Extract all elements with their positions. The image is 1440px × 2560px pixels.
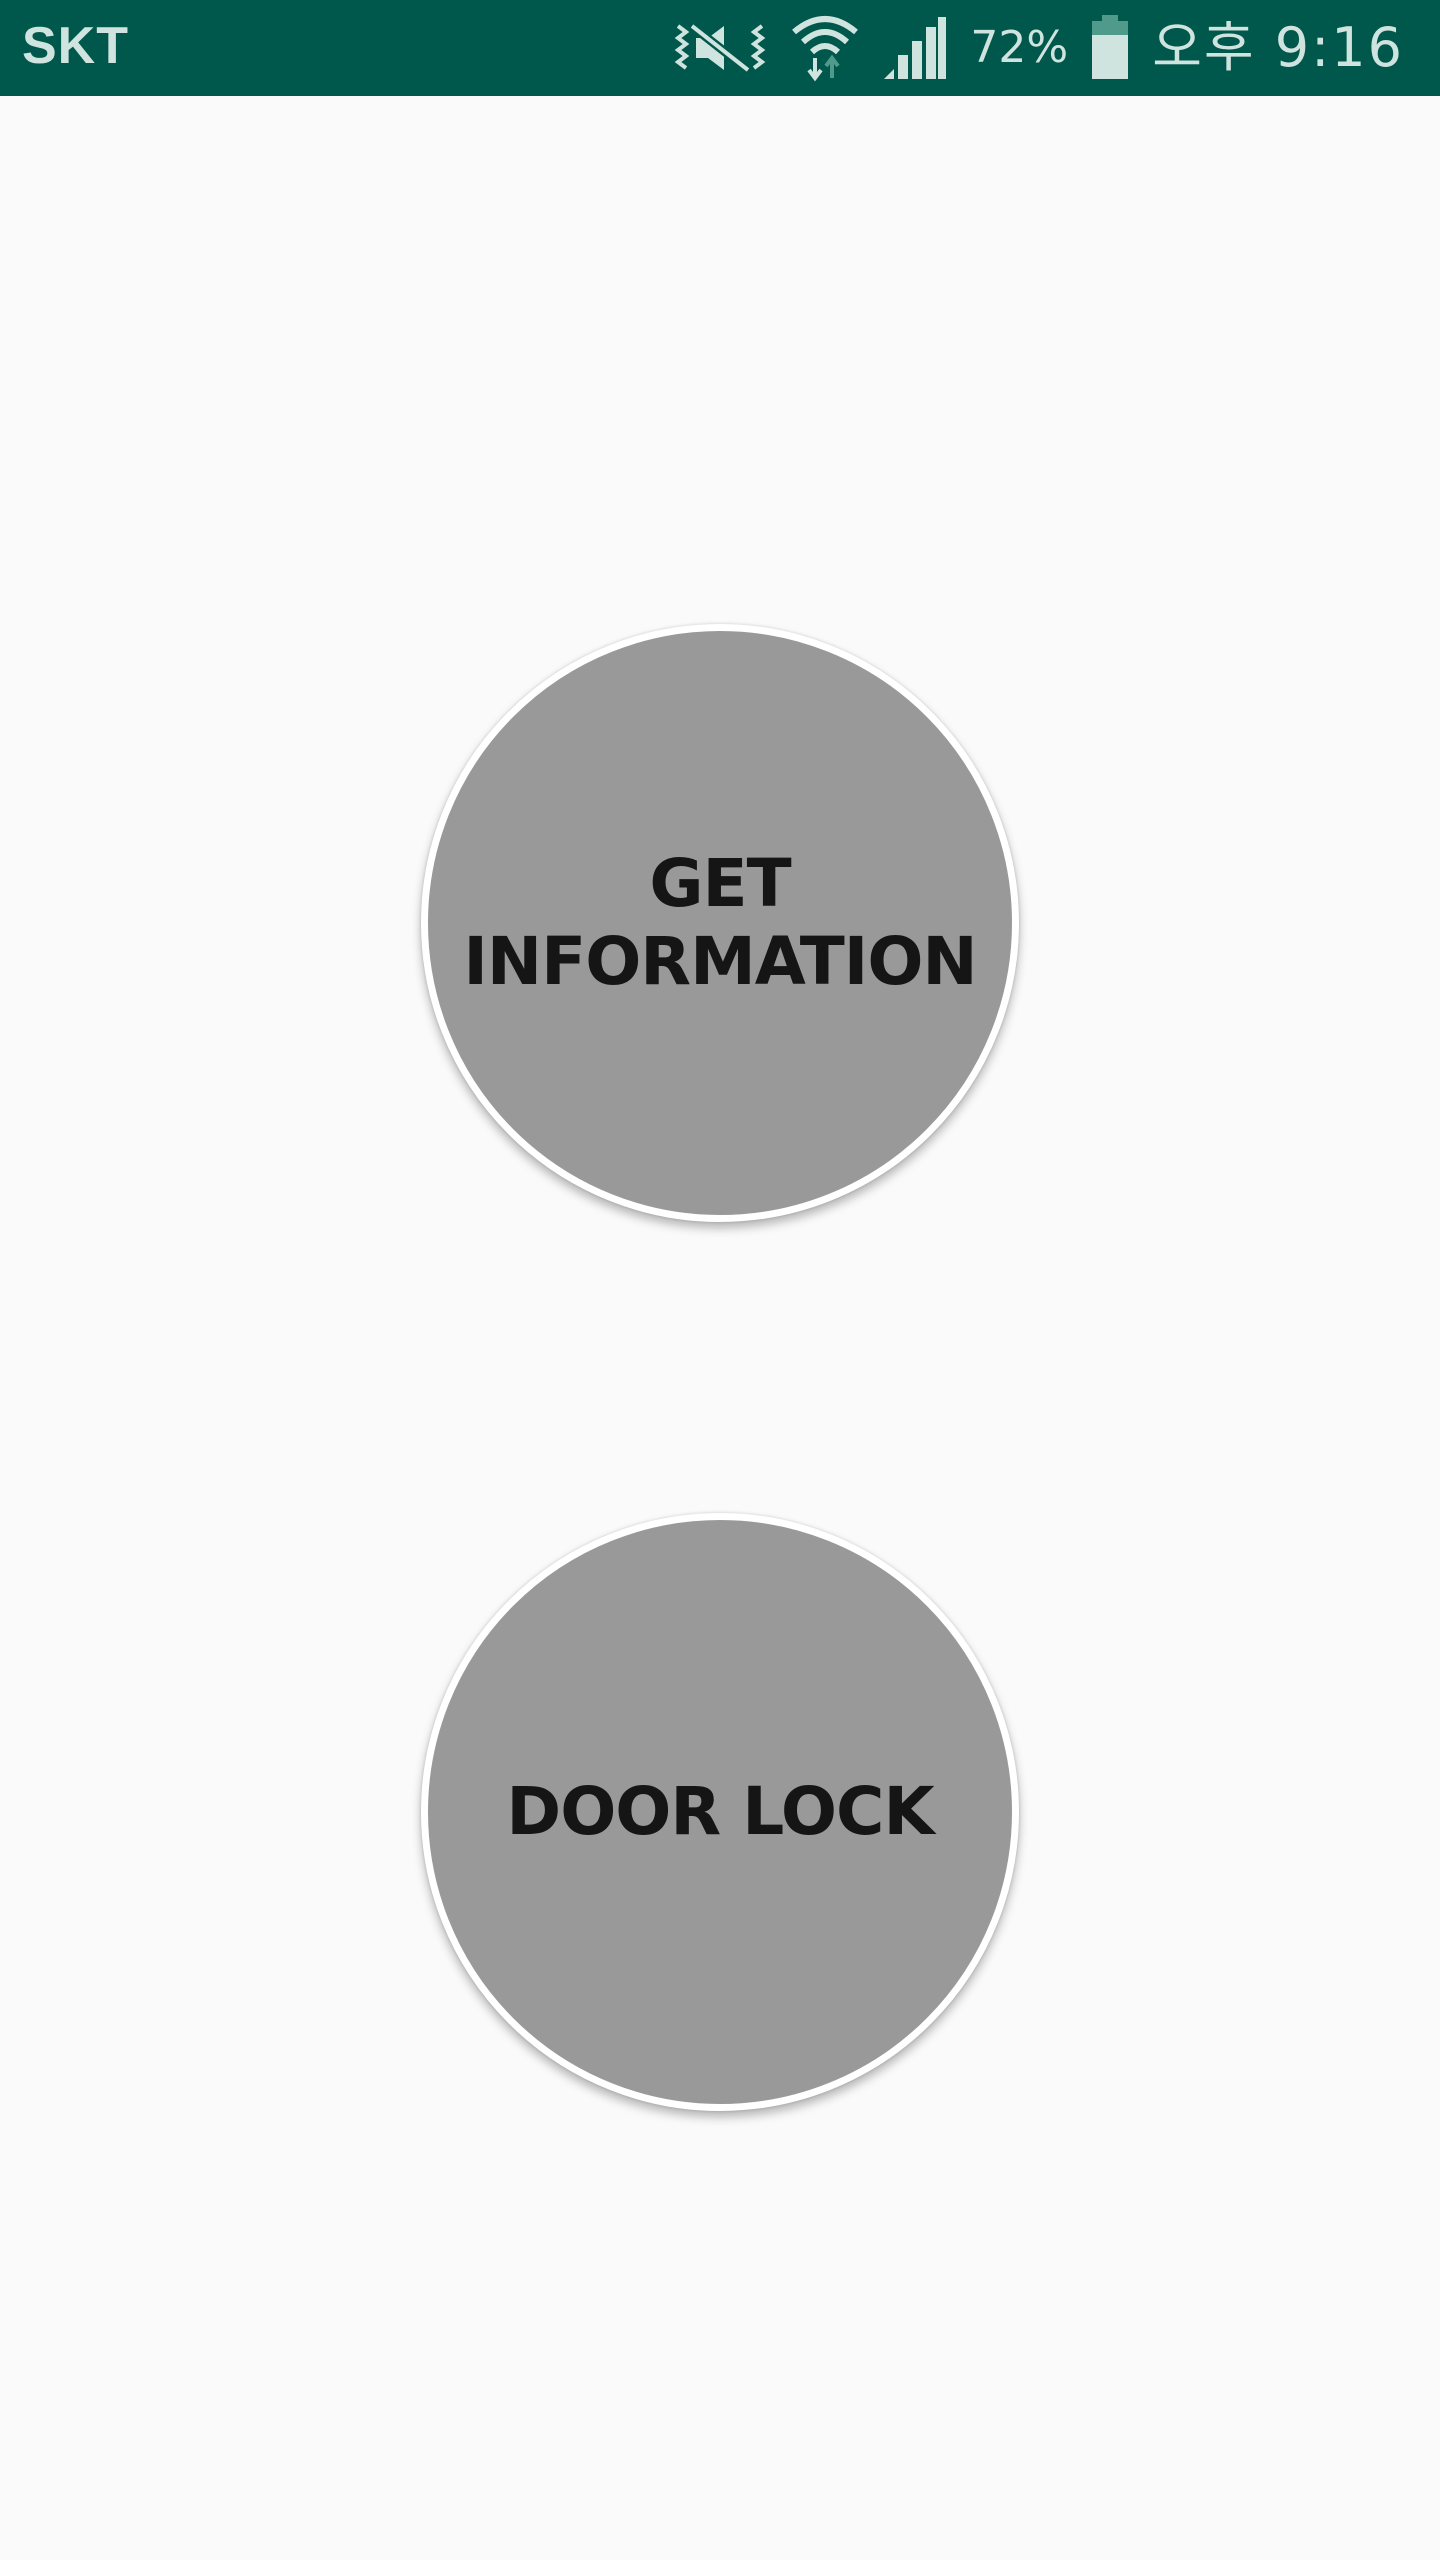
- main-content: GET INFORMATION DOOR LOCK: [0, 96, 1440, 2560]
- vibrate-off-icon: [672, 18, 768, 78]
- wifi-icon: [790, 12, 860, 84]
- status-icons: 72% 오후 9:16: [672, 0, 1404, 96]
- get-information-label: GET INFORMATION: [463, 845, 977, 1001]
- status-bar: SKT 72% 오후 9:16: [0, 0, 1440, 96]
- clock: 오후 9:16: [1152, 16, 1404, 79]
- battery-percent: 72%: [970, 22, 1069, 73]
- get-information-label-line1: GET: [649, 845, 791, 922]
- get-information-label-line2: INFORMATION: [463, 923, 977, 1000]
- door-lock-button[interactable]: DOOR LOCK: [421, 1513, 1019, 2111]
- get-information-button[interactable]: GET INFORMATION: [421, 624, 1019, 1222]
- carrier-label: SKT: [22, 17, 129, 75]
- door-lock-label: DOOR LOCK: [506, 1773, 934, 1850]
- battery-icon: [1090, 15, 1130, 81]
- cell-signal-icon: [882, 15, 948, 81]
